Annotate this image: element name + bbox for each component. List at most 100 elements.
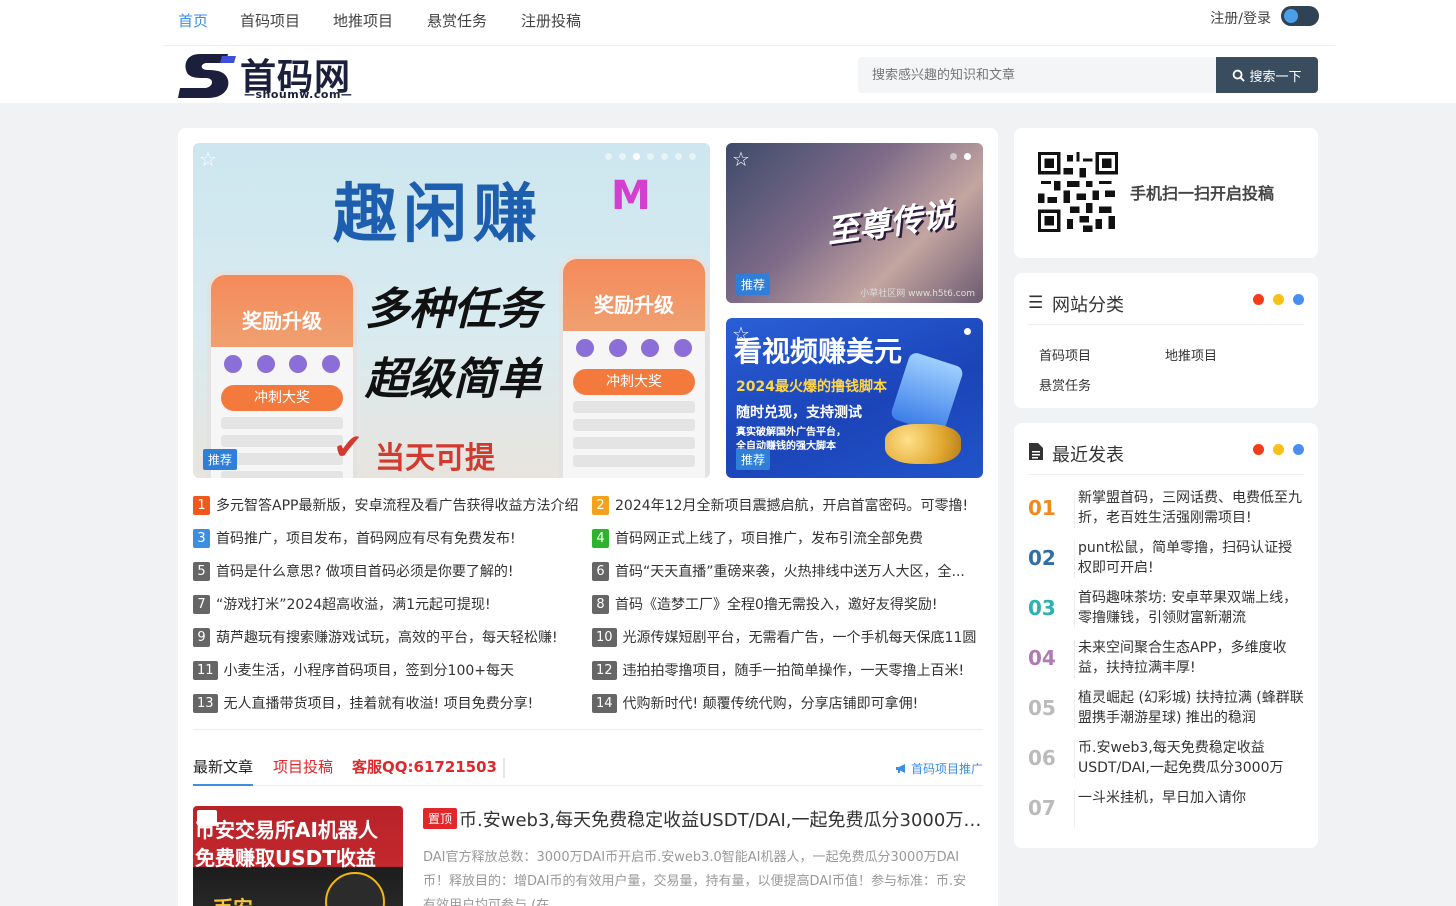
category-card-title: 网站分类	[1052, 295, 1124, 316]
news-item[interactable]: 3 首码推广，项目发布，首码网应有尽有免费发布!	[193, 527, 583, 549]
document-icon	[1028, 443, 1043, 465]
carousel-dot[interactable]	[950, 153, 957, 160]
phone-header: 奖励升级	[211, 275, 353, 347]
article-item[interactable]: 币安交易所AI机器人 免费赚取USDT收益 币安 置顶 币.安web3,每天免费…	[193, 806, 983, 906]
carousel-dot-active[interactable]	[964, 328, 971, 335]
news-rank: 11	[193, 660, 218, 680]
side-slide-video[interactable]: ☆ 看视频赚美元 2024最火爆的撸钱脚本 随时兑现，支持测试 真实破解国外广告…	[726, 318, 983, 478]
promo-link[interactable]: 首码项目推广	[895, 760, 983, 777]
login-register-link[interactable]: 注册/登录	[1210, 8, 1271, 28]
phone-header: 奖励升级	[563, 259, 705, 331]
news-item[interactable]: 7 “游戏打米”2024超高收溢，满1元起可提现!	[193, 593, 583, 615]
category-card-header: ☰ 网站分类	[1028, 289, 1304, 325]
side-slide-title: 至尊传说	[824, 195, 957, 251]
news-item[interactable]: 8 首码《造梦工厂》全程0撸无需投入，邀好友得奖励!	[592, 593, 983, 615]
news-item[interactable]: 1 多元智答APP最新版，安卓流程及看广告获得收益方法介绍	[193, 494, 583, 516]
main-carousel-slide[interactable]: ☆ 趣闲赚 M 奖励升级 冲刺大奖 奖励升级 冲刺大奖 多种任务 超级简单 ✔ …	[193, 143, 710, 478]
news-item[interactable]: 14 代购新时代! 颠覆传统代购，分享店铺即可拿佣!	[592, 692, 983, 714]
news-rank: 4	[592, 528, 609, 548]
recent-rank: 04	[1028, 646, 1056, 670]
site-header: 首页 首码项目 地推项目 悬赏任务 注册投稿 注册/登录 首码网 —shoumw…	[0, 0, 1456, 103]
recent-post-item[interactable]: 03 首码趣味茶坊: 安卓苹果双端上线，零撸赚钱，引领财富新潮流	[1028, 588, 1304, 634]
news-item[interactable]: 12 违拍拍零撸项目，随手一拍简单操作，一天零撸上百米!	[592, 659, 983, 681]
checkmark-icon: ✔	[333, 427, 364, 468]
side-slide-game[interactable]: ☆ 至尊传说 小草社区网 www.h5t6.com 推荐	[726, 143, 983, 303]
recent-post-item[interactable]: 02 punt松鼠，简单零撸，扫码认证授权即可开启!	[1028, 538, 1304, 584]
tab-support-qq[interactable]: 客服QQ:61721503	[352, 756, 497, 786]
carousel-dot-active[interactable]	[964, 153, 971, 160]
recommend-badge: 推荐	[736, 449, 771, 470]
news-title: 小麦生活，小程序首码项目，签到分100+每天	[223, 663, 514, 679]
logo-domain: —shoumw.com—	[244, 88, 353, 101]
recent-posts-card: 最近发表 01 新掌盟首码，三网话费、电费低至九折，老百姓生活强刚需项目! 02 p…	[1014, 423, 1318, 848]
article-excerpt: DAI官方释放总数：3000万DAI币开启币.安web3.0智能AI机器人，一起…	[423, 850, 967, 906]
carousel-dot[interactable]	[647, 153, 654, 160]
recommend-badge: 推荐	[203, 449, 238, 470]
news-item[interactable]: 6 首码“天天直播”重磅来袭，火热排线中送万人大区，全...	[592, 560, 983, 582]
carousel-dot[interactable]	[689, 153, 696, 160]
slide-footer: 当天可提	[375, 441, 495, 476]
search-input[interactable]	[858, 57, 1216, 93]
favorite-star-icon[interactable]: ☆	[199, 147, 217, 171]
site-logo[interactable]: 首码网 —shoumw.com—	[178, 50, 368, 102]
phone-button: 冲刺大奖	[573, 369, 695, 395]
category-item[interactable]: 首码项目	[1039, 345, 1091, 364]
theme-toggle[interactable]	[1281, 6, 1319, 26]
recent-post-item[interactable]: 01 新掌盟首码，三网话费、电费低至九折，老百姓生活强刚需项目!	[1028, 488, 1304, 534]
category-item[interactable]: 悬赏任务	[1039, 375, 1091, 394]
qr-code-icon[interactable]	[1038, 152, 1118, 232]
search-bar: 搜索一下	[858, 57, 1318, 93]
news-item[interactable]: 10 光源传媒短剧平台，无需看广告，一个手机每天保底11圆	[592, 626, 983, 648]
qr-code-card: 手机扫一扫开启投稿	[1014, 128, 1318, 258]
list-icon: ☰	[1028, 293, 1044, 313]
recent-post-item[interactable]: 06 币.安web3,每天免费稳定收益USDT/DAI,一起免费瓜分3000万	[1028, 738, 1304, 784]
search-button[interactable]: 搜索一下	[1216, 57, 1318, 93]
article-title[interactable]: 币.安web3,每天免费稳定收益USDT/DAI,一起免费瓜分3000万DAI币…	[459, 806, 983, 832]
news-rank: 12	[592, 660, 617, 680]
news-item[interactable]: 5 首码是什么意思? 做项目首码必须是你要了解的!	[193, 560, 583, 582]
carousel-dot[interactable]	[675, 153, 682, 160]
nav-bounty-tasks[interactable]: 悬赏任务	[427, 10, 487, 31]
nav-first-code-projects[interactable]: 首码项目	[240, 10, 300, 31]
recent-rank: 07	[1028, 796, 1056, 820]
news-item[interactable]: 13 无人直播带货项目，挂着就有收溢! 项目免费分享!	[193, 692, 583, 714]
news-item[interactable]: 4 首码网正式上线了，项目推广，发布引流全部免费	[592, 527, 983, 549]
article-thumbnail[interactable]: 币安交易所AI机器人 免费赚取USDT收益 币安	[193, 806, 403, 906]
category-item[interactable]: 地推项目	[1165, 345, 1217, 364]
recent-rank: 01	[1028, 496, 1056, 520]
nav-home[interactable]: 首页	[178, 10, 208, 31]
news-rank: 8	[592, 594, 609, 614]
news-item[interactable]: 11 小麦生活，小程序首码项目，签到分100+每天	[193, 659, 583, 681]
carousel-dot[interactable]	[619, 153, 626, 160]
news-rank: 1	[193, 495, 210, 515]
recent-title: 未来空间聚合生态APP，多维度收益，扶持拉满丰厚!	[1078, 640, 1287, 676]
tab-project-submit[interactable]: 项目投稿	[273, 756, 333, 786]
side-slide-title: 看视频赚美元	[734, 335, 903, 368]
search-button-label: 搜索一下	[1249, 69, 1302, 85]
recent-card-title: 最近发表	[1052, 445, 1124, 466]
recommend-badge: 推荐	[736, 274, 771, 295]
main-content-card: ☆ 趣闲赚 M 奖励升级 冲刺大奖 奖励升级 冲刺大奖 多种任务 超级简单 ✔ …	[178, 128, 998, 906]
nav-ground-projects[interactable]: 地推项目	[333, 10, 393, 31]
coins-graphic	[885, 424, 961, 464]
top-navigation: 首页 首码项目 地推项目 悬赏任务 注册投稿 注册/登录	[163, 0, 1335, 46]
recent-post-item[interactable]: 04 未来空间聚合生态APP，多维度收益，扶持拉满丰厚!	[1028, 638, 1304, 684]
favorite-star-icon[interactable]: ☆	[732, 147, 750, 171]
recent-card-header: 最近发表	[1028, 439, 1304, 475]
news-title: 代购新时代! 颠覆传统代购，分享店铺即可拿佣!	[622, 696, 919, 712]
news-title: 光源传媒短剧平台，无需看广告，一个手机每天保底11圆	[622, 630, 977, 646]
side-slide-line: 随时兑现，支持测试	[736, 405, 862, 421]
news-title: 首码是什么意思? 做项目首码必须是你要了解的!	[216, 564, 514, 580]
carousel-dot-active[interactable]	[633, 153, 640, 160]
tab-latest-articles[interactable]: 最新文章	[193, 756, 254, 786]
news-item[interactable]: 9 葫芦趣玩有搜索赚游戏试玩，高效的平台，每天轻松赚!	[193, 626, 583, 648]
carousel-dot[interactable]	[661, 153, 668, 160]
recent-post-item[interactable]: 05 植灵崛起 (幻彩城) 扶持拉满 (蜂群联盟携手潮游星球) 推出的稳润	[1028, 688, 1304, 734]
recent-post-item[interactable]: 07 一斗米挂机，早日加入请你	[1028, 788, 1304, 834]
carousel-dot[interactable]	[605, 153, 612, 160]
side-slide-small-line: 真实破解国外广告平台，	[736, 427, 846, 438]
nav-submit[interactable]: 注册投稿	[521, 10, 581, 31]
news-item[interactable]: 2 2024年12月全新项目震撼启航，开启首富密码。可零撸!	[592, 494, 983, 516]
side-slide-subtitle: 2024最火爆的撸钱脚本	[736, 379, 887, 395]
news-title: 首码“天天直播”重磅来袭，火热排线中送万人大区，全...	[615, 564, 965, 580]
